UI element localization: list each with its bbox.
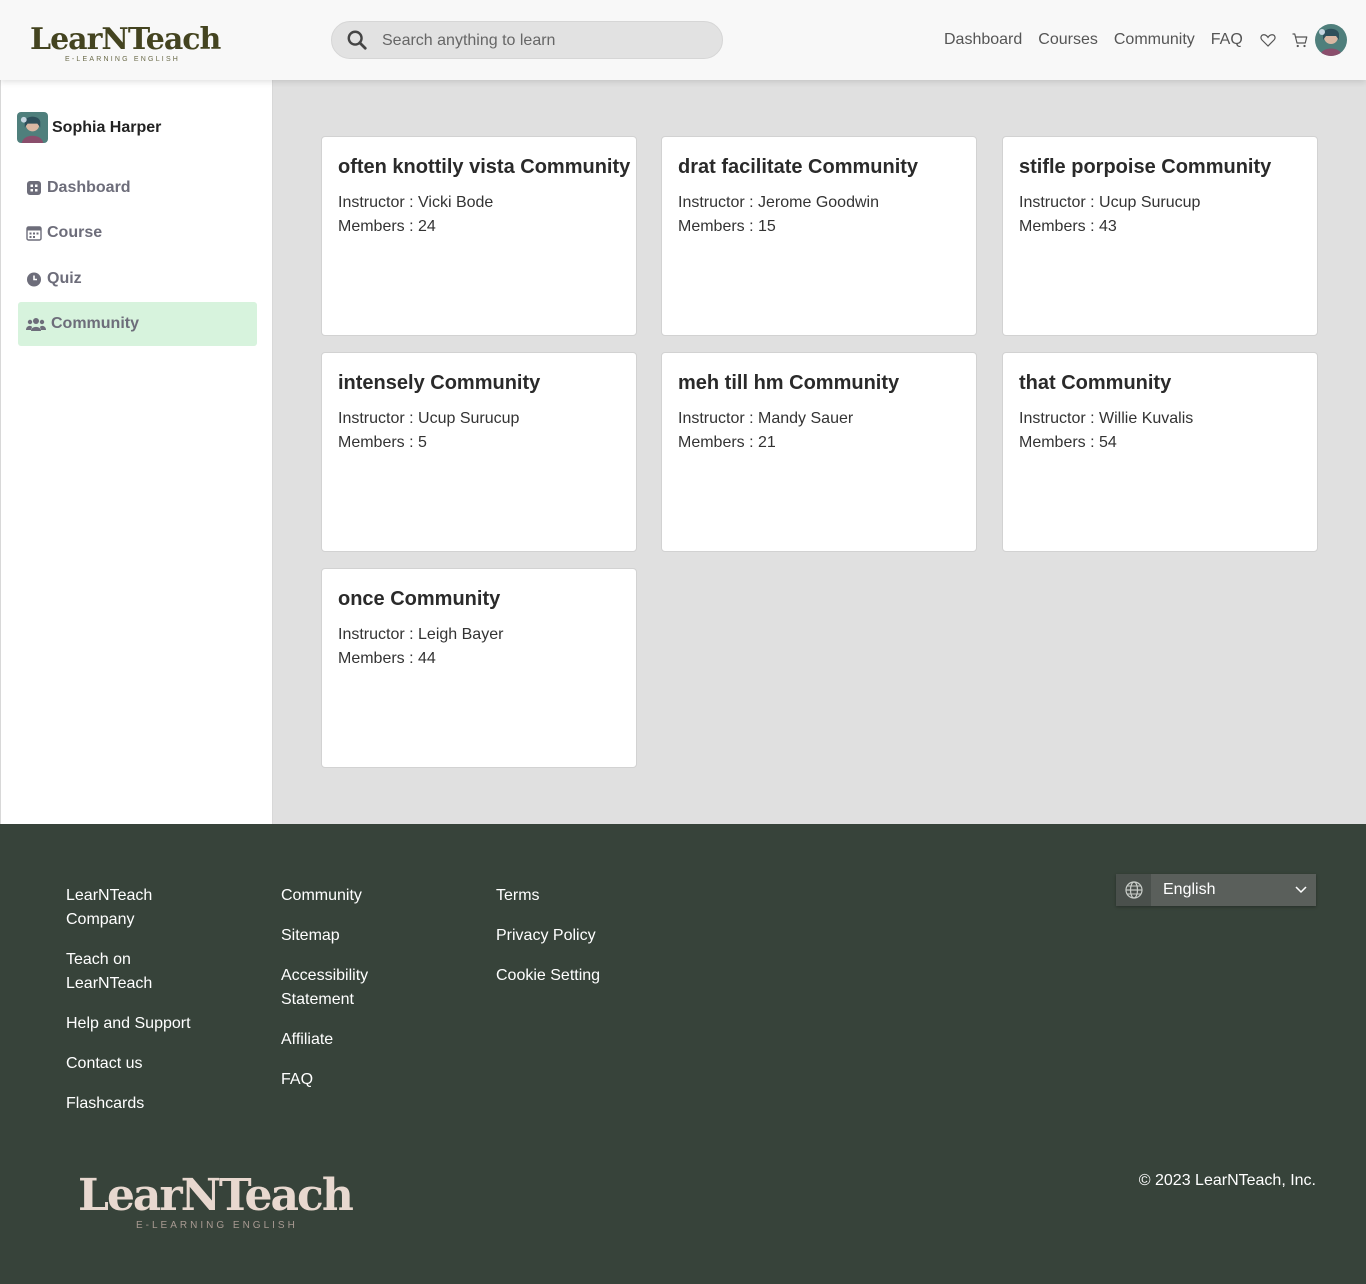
sidebar-item-quiz[interactable]: Quiz [18, 257, 257, 301]
footer-link[interactable]: Terms [496, 884, 646, 908]
language-value: English [1163, 881, 1216, 898]
community-title: drat facilitate Community [678, 156, 919, 178]
logo-subtitle: E-LEARNING ENGLISH [65, 56, 181, 63]
sidebar-item-label: Dashboard [47, 179, 131, 196]
footer-link[interactable]: Accessibility Statement [281, 964, 391, 1012]
footer-column-resources: Community Sitemap Accessibility Statemen… [281, 884, 431, 1108]
user-avatar[interactable] [1315, 24, 1347, 56]
grid-icon [27, 181, 41, 195]
sidebar: Sophia Harper Dashboard Course Quiz Comm… [0, 80, 273, 824]
sidebar-item-label: Community [51, 315, 139, 332]
community-instructor: Instructor : Ucup Surucup [338, 410, 520, 427]
sidebar-item-course[interactable]: Course [18, 211, 257, 255]
copyright: © 2023 LearNTeach, Inc. [1138, 1172, 1316, 1189]
footer-link[interactable]: Help and Support [66, 1012, 216, 1036]
footer-link[interactable]: Cookie Setting [496, 964, 646, 988]
nav-dashboard[interactable]: Dashboard [944, 31, 1022, 49]
heart-icon[interactable] [1259, 31, 1277, 49]
community-title: that Community [1019, 372, 1172, 394]
sidebar-item-label: Course [47, 224, 103, 241]
community-members: Members : 21 [678, 434, 776, 451]
calendar-icon [26, 226, 42, 241]
search-input[interactable] [382, 28, 702, 54]
community-card[interactable]: drat facilitate Community Instructor : J… [661, 136, 977, 336]
community-title: stifle porpoise Community [1019, 156, 1272, 178]
footer: LearNTeach Company Teach on LearNTeach H… [0, 824, 1366, 1284]
language-select[interactable]: English [1116, 874, 1316, 906]
community-title: meh till hm Community [678, 372, 900, 394]
community-members: Members : 54 [1019, 434, 1117, 451]
cart-icon[interactable] [1291, 31, 1309, 49]
community-instructor: Instructor : Vicki Bode [338, 194, 494, 211]
sidebar-item-community[interactable]: Community [18, 302, 257, 346]
nav-faq[interactable]: FAQ [1211, 31, 1243, 49]
footer-link[interactable]: Teach on LearNTeach [66, 948, 216, 996]
chevron-down-icon [1286, 874, 1316, 906]
community-card[interactable]: intensely Community Instructor : Ucup Su… [321, 352, 637, 552]
community-title: intensely Community [338, 372, 541, 394]
community-members: Members : 43 [1019, 218, 1117, 235]
community-instructor: Instructor : Mandy Sauer [678, 410, 854, 427]
clock-icon [27, 272, 41, 287]
community-card[interactable]: meh till hm Community Instructor : Mandy… [661, 352, 977, 552]
users-icon [26, 318, 46, 331]
footer-link[interactable]: FAQ [281, 1068, 431, 1092]
sidebar-item-dashboard[interactable]: Dashboard [18, 166, 257, 210]
footer-logo[interactable]: LearNTeach E-LEARNING ENGLISH [78, 1170, 354, 1231]
sidebar-profile[interactable]: Sophia Harper [17, 112, 161, 143]
community-card[interactable]: that Community Instructor : Willie Kuval… [1002, 352, 1318, 552]
community-instructor: Instructor : Leigh Bayer [338, 626, 504, 643]
community-members: Members : 5 [338, 434, 427, 451]
community-card[interactable]: once Community Instructor : Leigh Bayer … [321, 568, 637, 768]
sidebar-item-label: Quiz [47, 270, 82, 287]
logo[interactable]: LearNTeach E-LEARNING ENGLISH [30, 22, 221, 68]
community-card[interactable]: stifle porpoise Community Instructor : U… [1002, 136, 1318, 336]
community-title: often knottily vista Community [338, 156, 631, 178]
footer-logo-text: LearNTeach [78, 1170, 354, 1221]
footer-link[interactable]: LearNTeach Company [66, 884, 216, 932]
footer-link[interactable]: Sitemap [281, 924, 431, 948]
avatar [17, 112, 48, 143]
search-icon[interactable] [346, 29, 368, 51]
nav-courses[interactable]: Courses [1038, 31, 1098, 49]
footer-column-company: LearNTeach Company Teach on LearNTeach H… [66, 884, 216, 1132]
community-instructor: Instructor : Willie Kuvalis [1019, 410, 1194, 427]
community-card[interactable]: often knottily vista Community Instructo… [321, 136, 637, 336]
globe-icon [1116, 874, 1151, 906]
profile-name: Sophia Harper [52, 118, 162, 136]
logo-text: LearNTeach [30, 22, 221, 57]
community-members: Members : 24 [338, 218, 436, 235]
top-header: LearNTeach E-LEARNING ENGLISH Dashboard … [0, 0, 1366, 80]
footer-link[interactable]: Contact us [66, 1052, 216, 1076]
community-members: Members : 44 [338, 650, 436, 667]
community-instructor: Instructor : Jerome Goodwin [678, 194, 879, 211]
nav-community[interactable]: Community [1114, 31, 1195, 49]
footer-column-legal: Terms Privacy Policy Cookie Setting [496, 884, 646, 1004]
footer-link[interactable]: Privacy Policy [496, 924, 646, 948]
footer-link[interactable]: Flashcards [66, 1092, 216, 1116]
community-title: once Community [338, 588, 501, 610]
footer-link[interactable]: Community [281, 884, 431, 908]
community-members: Members : 15 [678, 218, 776, 235]
community-instructor: Instructor : Ucup Surucup [1019, 194, 1201, 211]
footer-link[interactable]: Affiliate [281, 1028, 431, 1052]
search-bar [331, 21, 723, 59]
top-nav: Dashboard Courses Community FAQ [944, 28, 1323, 52]
